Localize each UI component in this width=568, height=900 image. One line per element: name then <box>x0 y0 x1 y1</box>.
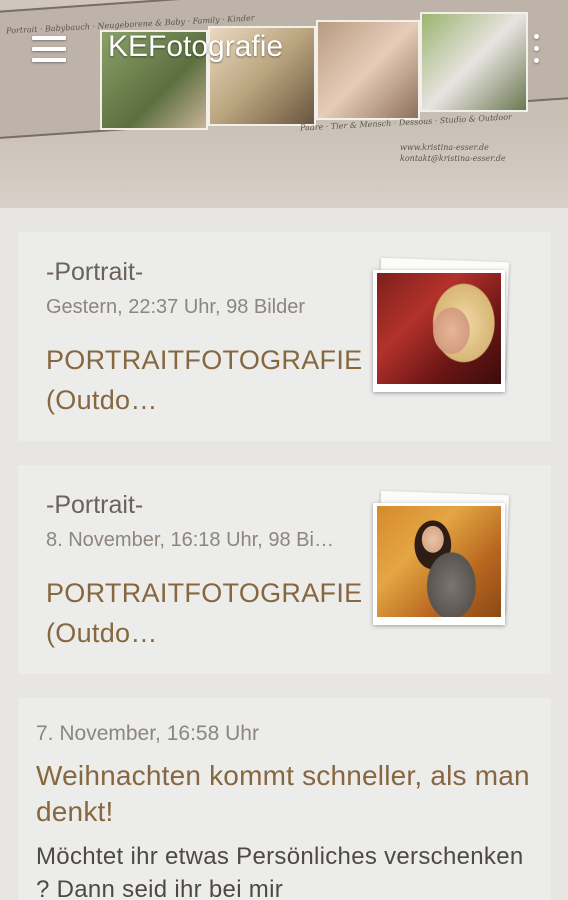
post-card[interactable]: -Portrait- 8. November, 16:18 Uhr, 98 Bi… <box>18 465 551 674</box>
hamburger-menu-icon[interactable] <box>32 36 66 62</box>
post-card[interactable]: 7. November, 16:58 Uhr Weihnachten kommt… <box>18 698 551 900</box>
post-body: Möchtet ihr etwas Persönliches verschenk… <box>36 843 524 900</box>
post-headline: Weihnachten kommt schneller, als man den… <box>36 760 530 827</box>
portrait-photo <box>377 506 501 617</box>
post-meta: Gestern, 22:37 Uhr, 98 Bilder <box>46 296 306 318</box>
post-headline: PORTRAITFOTOGRAFIE (Outdo… <box>46 578 363 648</box>
post-date: 7. November, 16:58 Uhr <box>36 722 259 745</box>
post-card[interactable]: -Portrait- Gestern, 22:37 Uhr, 98 Bilder… <box>18 232 551 441</box>
banner-photo-baby <box>316 20 420 120</box>
header-banner: Portrait · Babybauch · Neugeborene & Bab… <box>0 0 568 208</box>
app-title: KEFotografie <box>108 30 284 63</box>
banner-photo-wedding <box>420 12 528 112</box>
post-meta: 8. November, 16:18 Uhr, 98 Bilder <box>46 529 336 551</box>
banner-contact: www.kristina-esser.de kontakt@kristina-e… <box>400 142 506 164</box>
overflow-menu-icon[interactable] <box>530 34 542 66</box>
album-thumbnail[interactable] <box>373 257 513 396</box>
post-category: -Portrait- <box>46 258 144 286</box>
portrait-photo <box>377 273 501 384</box>
post-headline: PORTRAITFOTOGRAFIE (Outdo… <box>46 345 363 415</box>
post-category: -Portrait- <box>46 491 144 519</box>
banner-email: kontakt@kristina-esser.de <box>400 154 506 163</box>
album-thumbnail[interactable] <box>373 490 513 629</box>
banner-website: www.kristina-esser.de <box>400 143 489 152</box>
